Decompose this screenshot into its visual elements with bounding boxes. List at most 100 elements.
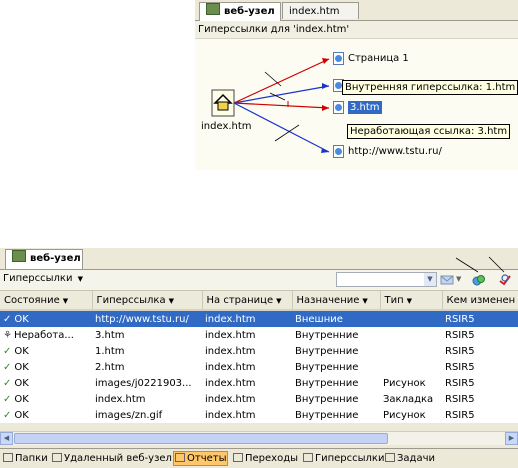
arrowhead-icon <box>322 58 329 64</box>
page-cell-text: index.htm <box>205 329 256 341</box>
hyperlinks-report-table: Состояние ▼ Гиперссылка ▼ На странице ▼ Наз… <box>0 291 518 423</box>
destination-cell: Внутренние <box>292 375 380 391</box>
hyperlink-cell-text: http://www.tstu.ru/ <box>95 313 189 325</box>
destination-cell-text: Внутренние <box>295 329 359 341</box>
hyperlink-cell-text: images/zn.gif <box>95 409 163 421</box>
table-header-row: Состояние ▼ Гиперссылка ▼ На странице ▼ Наз… <box>0 291 518 311</box>
table-row[interactable]: ✓ OK 1.htm index.htm Внутренние RSIR5 <box>0 343 518 359</box>
status-cell: ✓ OK <box>0 375 92 391</box>
page-cell-text: index.htm <box>205 361 256 373</box>
link-node-page1[interactable]: Страница 1 <box>348 52 409 65</box>
verify-hyperlinks-icon[interactable] <box>472 273 486 286</box>
table-row[interactable]: ✓ OK index.htm index.htm Внутренние Закладка R… <box>0 391 518 407</box>
page-cell: index.htm <box>202 343 292 359</box>
view-hyperlinks[interactable]: Гиперссылки <box>302 452 385 465</box>
status-cell-text: OK <box>14 361 29 373</box>
destination-cell: Внешние <box>292 310 380 327</box>
filter-combo[interactable]: ▼ <box>336 272 437 287</box>
view-reports[interactable]: Отчеты <box>173 451 229 466</box>
status-cell: ✓ OK <box>0 359 92 375</box>
page-cell: index.htm <box>202 359 292 375</box>
status-cell-text: OK <box>14 377 29 389</box>
modified-by-cell-text: RSIR5 <box>445 329 475 341</box>
chevron-down-icon: ▼ <box>424 273 436 286</box>
type-cell-text: Закладка <box>383 393 434 405</box>
page-icon <box>333 101 344 114</box>
chevron-down-icon[interactable]: ▼ <box>456 275 461 283</box>
table-row[interactable]: ✓ OK images/zn.gif index.htm Внутренние Рисун… <box>0 407 518 423</box>
link-node-external[interactable]: http://www.tstu.ru/ <box>348 145 442 158</box>
modified-by-cell: RSIR5 <box>442 343 518 359</box>
chevron-down-icon: ▼ <box>77 275 84 283</box>
column-header-status[interactable]: Состояние ▼ <box>0 291 93 311</box>
status-cell: ⚘ Неработа... <box>0 327 92 343</box>
view-tasks[interactable]: Задачи <box>384 452 436 465</box>
arrowhead-icon <box>322 105 329 111</box>
destination-cell-text: Внутренние <box>295 345 359 357</box>
type-cell: Рисунок <box>380 375 442 391</box>
type-cell-text: Рисунок <box>383 377 426 389</box>
scrollbar-thumb[interactable] <box>14 433 388 444</box>
destination-cell-text: Внутренние <box>295 361 359 373</box>
scroll-right-icon[interactable]: ▶ <box>505 432 518 445</box>
hyperlinks-icon <box>303 453 313 462</box>
table-row[interactable]: ✓ OK images/j0221903... index.htm Внутренние… <box>0 375 518 391</box>
modified-by-cell: RSIR5 <box>442 359 518 375</box>
center-file-label: index.htm <box>201 121 252 132</box>
broken-link-icon: ⚘ <box>3 329 12 341</box>
edit-hyperlink-icon[interactable] <box>498 273 512 286</box>
column-label: На странице <box>206 294 274 306</box>
tab-website-bottom[interactable]: веб-узел <box>5 249 83 269</box>
table-row[interactable]: ⚘ Неработа... 3.htm index.htm Внутренние RSIR… <box>0 327 518 343</box>
tasks-icon <box>385 453 395 462</box>
column-header-modified-by[interactable]: Кем изменен <box>442 291 518 311</box>
tooltip-broken-link: Неработающая ссылка: 3.htm <box>347 124 511 139</box>
arrowhead-icon <box>321 148 329 153</box>
scroll-left-icon[interactable]: ◀ <box>0 432 13 445</box>
column-header-destination[interactable]: Назначение ▼ <box>292 291 381 311</box>
view-label: Гиперссылки <box>315 453 385 464</box>
modified-by-cell-text: RSIR5 <box>445 409 475 421</box>
view-folders[interactable]: Папки <box>2 452 49 465</box>
table-row[interactable]: ✓ OK http://www.tstu.ru/index.htm Внешние RS… <box>0 310 518 327</box>
link-line-internal <box>233 85 330 104</box>
page-cell-text: index.htm <box>205 313 256 325</box>
view-label: Переходы <box>245 453 299 464</box>
callout-line <box>274 124 300 142</box>
destination-cell: Внутренние <box>292 407 380 423</box>
status-cell-text: OK <box>14 345 29 357</box>
report-view-dropdown[interactable]: Гиперссылки ▼ <box>3 273 83 284</box>
remote-site-icon <box>52 453 62 462</box>
horizontal-scrollbar[interactable]: ◀ ▶ <box>0 431 518 445</box>
column-header-type[interactable]: Тип ▼ <box>380 291 443 311</box>
modified-by-cell-text: RSIR5 <box>445 313 475 325</box>
arrowhead-icon <box>322 83 329 89</box>
destination-cell: Внутренние <box>292 359 380 375</box>
reports-panel: веб-узел Гиперссылки ▼ ▼ ▼ Состояние ▼ Г… <box>0 248 518 468</box>
callout-line <box>264 71 282 87</box>
destination-cell: Внутренние <box>292 391 380 407</box>
page-cell-text: index.htm <box>205 345 256 357</box>
chevron-down-icon: ▼ <box>276 296 282 305</box>
modified-by-cell-text: RSIR5 <box>445 345 475 357</box>
hyperlinks-diagram-panel: веб-узел index.htm Гиперссылки для 'inde… <box>195 0 518 170</box>
hyperlink-cell-text: 2.htm <box>95 361 125 373</box>
modified-by-cell: RSIR5 <box>442 391 518 407</box>
tab-strip: веб-узел <box>0 248 518 270</box>
page-cell-text: index.htm <box>205 409 256 421</box>
status-cell: ✓ OK <box>0 310 92 327</box>
check-icon: ✓ <box>3 361 12 373</box>
column-header-hyperlink[interactable]: Гиперссылка ▼ <box>92 291 203 311</box>
page-cell: index.htm <box>202 310 292 327</box>
table-row[interactable]: ✓ OK 2.htm index.htm Внутренние RSIR5 <box>0 359 518 375</box>
tooltip-internal-link: Внутренняя гиперссылка: 1.htm <box>342 80 518 95</box>
status-cell: ✓ OK <box>0 391 92 407</box>
link-node-3htm[interactable]: 3.htm <box>348 101 382 114</box>
email-icon[interactable] <box>440 273 454 286</box>
column-header-page[interactable]: На странице ▼ <box>202 291 293 311</box>
modified-by-cell-text: RSIR5 <box>445 361 475 373</box>
view-navigation[interactable]: Переходы <box>232 452 299 465</box>
view-remote-site[interactable]: Удаленный веб-узел <box>51 452 173 465</box>
link-line-page1 <box>233 58 330 104</box>
modified-by-cell: RSIR5 <box>442 375 518 391</box>
